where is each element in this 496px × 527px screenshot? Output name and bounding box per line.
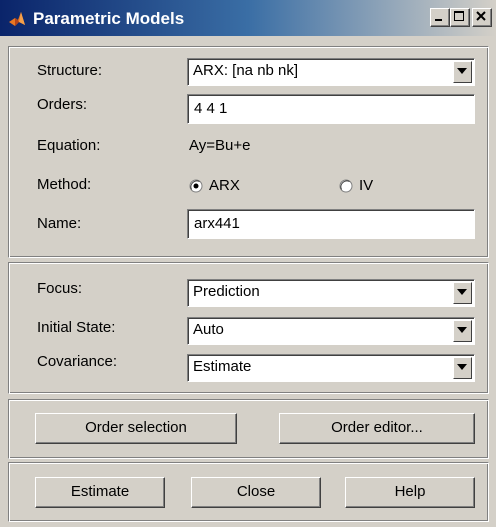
chevron-down-icon [457, 68, 467, 74]
structure-label: Structure: [37, 62, 103, 79]
minimize-button[interactable] [430, 8, 450, 27]
action-buttons-panel: Estimate Close Help [8, 462, 489, 522]
equation-value: Ay=Bu+e [189, 137, 251, 154]
matlab-logo-icon [9, 12, 25, 26]
focus-dropdown-value: Prediction [193, 283, 260, 300]
name-input-value: arx441 [194, 215, 240, 232]
title-bar[interactable]: Parametric Models [0, 0, 496, 36]
minimize-icon [435, 19, 442, 21]
structure-dropdown-value: ARX: [na nb nk] [193, 62, 299, 79]
initial-state-dropdown[interactable]: Auto [187, 317, 475, 345]
close-button[interactable]: Close [191, 477, 321, 508]
covariance-label: Covariance: [37, 353, 118, 370]
order-selection-button[interactable]: Order selection [35, 413, 237, 444]
covariance-dropdown-arrow[interactable] [453, 357, 472, 379]
covariance-dropdown-value: Estimate [193, 358, 252, 375]
covariance-dropdown[interactable]: Estimate [187, 354, 475, 382]
close-icon [476, 11, 486, 21]
radio-iv-icon[interactable] [339, 179, 353, 193]
method-option-iv[interactable]: IV [359, 177, 373, 195]
orders-label: Orders: [37, 96, 88, 113]
equation-label: Equation: [37, 137, 101, 154]
focus-dropdown[interactable]: Prediction [187, 279, 475, 307]
order-editor-button[interactable]: Order editor... [279, 413, 475, 444]
maximize-button[interactable] [450, 8, 470, 27]
method-label: Method: [37, 176, 92, 193]
name-label: Name: [37, 215, 82, 232]
structure-panel: Structure: ARX: [na nb nk] Orders: 4 4 1… [8, 46, 489, 258]
chevron-down-icon [457, 364, 467, 370]
close-window-button[interactable] [472, 8, 492, 27]
chevron-down-icon [457, 289, 467, 295]
orders-input-value: 4 4 1 [194, 100, 228, 117]
structure-dropdown[interactable]: ARX: [na nb nk] [187, 58, 475, 86]
help-button[interactable]: Help [345, 477, 475, 508]
initial-state-label: Initial State: [37, 319, 116, 336]
name-input[interactable]: arx441 [187, 209, 475, 239]
focus-dropdown-arrow[interactable] [453, 282, 472, 304]
radio-arx-selected-icon[interactable] [189, 179, 203, 193]
method-option-arx[interactable]: ARX [209, 177, 240, 195]
estimation-options-panel: Focus: Prediction Initial State: Auto Co… [8, 262, 489, 394]
order-buttons-panel: Order selection Order editor... [8, 399, 489, 459]
window-title: Parametric Models [33, 9, 185, 28]
initial-state-dropdown-arrow[interactable] [453, 320, 472, 342]
focus-label: Focus: [37, 280, 83, 297]
orders-input[interactable]: 4 4 1 [187, 94, 475, 124]
initial-state-dropdown-value: Auto [193, 321, 224, 338]
chevron-down-icon [457, 327, 467, 333]
estimate-button[interactable]: Estimate [35, 477, 165, 508]
maximize-icon [454, 11, 464, 21]
structure-dropdown-arrow[interactable] [453, 61, 472, 83]
parametric-models-window: Parametric Models Structure: ARX: [na nb… [0, 0, 496, 527]
